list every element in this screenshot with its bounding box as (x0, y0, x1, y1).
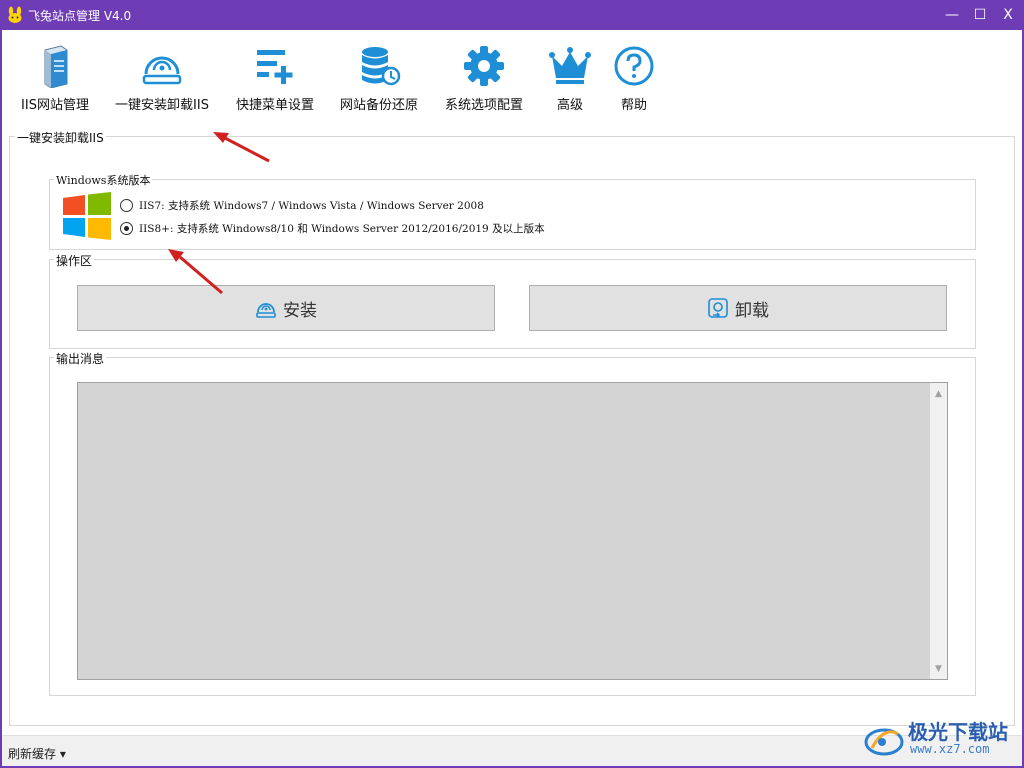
refresh-cache-dropdown[interactable]: 刷新缓存 ▾ (8, 745, 66, 762)
radio-iis8[interactable]: IIS8+: 支持系统 Windows8/10 和 Windows Server… (120, 221, 545, 236)
toolbar-backup-restore[interactable]: 网站备份还原 (336, 44, 422, 116)
watermark-name: 极光下载站 (908, 720, 1008, 744)
windows-version-group (49, 179, 976, 250)
database-backup-icon (362, 47, 401, 86)
scroll-up-icon[interactable]: ▲ (930, 385, 947, 402)
toolbar-label: 帮助 (620, 98, 647, 113)
watermark-logo-icon (864, 728, 904, 756)
watermark: 极光下载站 www.xz7.com (862, 714, 1022, 764)
toolbar-label: 系统选项配置 (444, 98, 523, 113)
toolbar-iis-site-manage[interactable]: IIS网站管理 (18, 44, 92, 116)
menu-add-icon (257, 50, 293, 84)
rabbit-app-icon (8, 6, 22, 23)
uninstall-icon (708, 298, 728, 318)
install-disk-icon (256, 303, 276, 318)
toolbar-label: 一键安装卸载IIS (115, 98, 209, 113)
radio-label: IIS7: 支持系统 Windows7 / Windows Vista / Wi… (139, 200, 484, 212)
radio-button[interactable] (120, 199, 133, 212)
toolbar-system-options[interactable]: 系统选项配置 (440, 44, 528, 116)
close-button[interactable]: X (990, 0, 1024, 30)
toolbar-shortcut-menu[interactable]: 快捷菜单设置 (232, 44, 318, 116)
windows-logo-icon (63, 192, 111, 240)
scroll-down-icon[interactable]: ▼ (930, 660, 947, 677)
install-label: 安装 (283, 300, 317, 321)
uninstall-button[interactable]: 卸载 (529, 285, 947, 331)
window-title: 飞兔站点管理 V4.0 (28, 9, 132, 23)
toolbar-label: 网站备份还原 (339, 98, 418, 113)
toolbar-advanced[interactable]: 高级 (546, 44, 594, 116)
watermark-url: www.xz7.com (910, 742, 990, 756)
radio-label: IIS8+: 支持系统 Windows8/10 和 Windows Server… (139, 223, 545, 235)
server-icon (44, 45, 68, 88)
operation-group-title: 操作区 (54, 252, 95, 269)
crown-icon (549, 47, 591, 84)
toolbar-help[interactable]: 帮助 (610, 44, 658, 116)
gear-icon (464, 46, 504, 86)
main-panel-title: 一键安装卸载IIS (15, 129, 106, 146)
output-scrollbar[interactable]: ▲ ▼ (930, 383, 947, 679)
output-group-title: 输出消息 (54, 350, 107, 367)
toolbar-install-uninstall-iis[interactable]: 一键安装卸载IIS (110, 44, 214, 116)
toolbar-label: 高级 (556, 98, 583, 113)
title-bar: 飞兔站点管理 V4.0 — ☐ X (0, 0, 1024, 30)
help-icon (614, 46, 654, 86)
windows-version-title: Windows系统版本 (54, 172, 153, 188)
radio-iis7[interactable]: IIS7: 支持系统 Windows7 / Windows Vista / Wi… (120, 198, 484, 213)
output-textarea[interactable]: ▲ ▼ (77, 382, 948, 680)
install-button[interactable]: 安装 (77, 285, 495, 331)
uninstall-label: 卸载 (735, 300, 769, 321)
toolbar-label: IIS网站管理 (21, 98, 89, 113)
install-disk-icon (142, 56, 182, 85)
toolbar-label: 快捷菜单设置 (235, 98, 314, 113)
radio-button-checked[interactable] (120, 222, 133, 235)
